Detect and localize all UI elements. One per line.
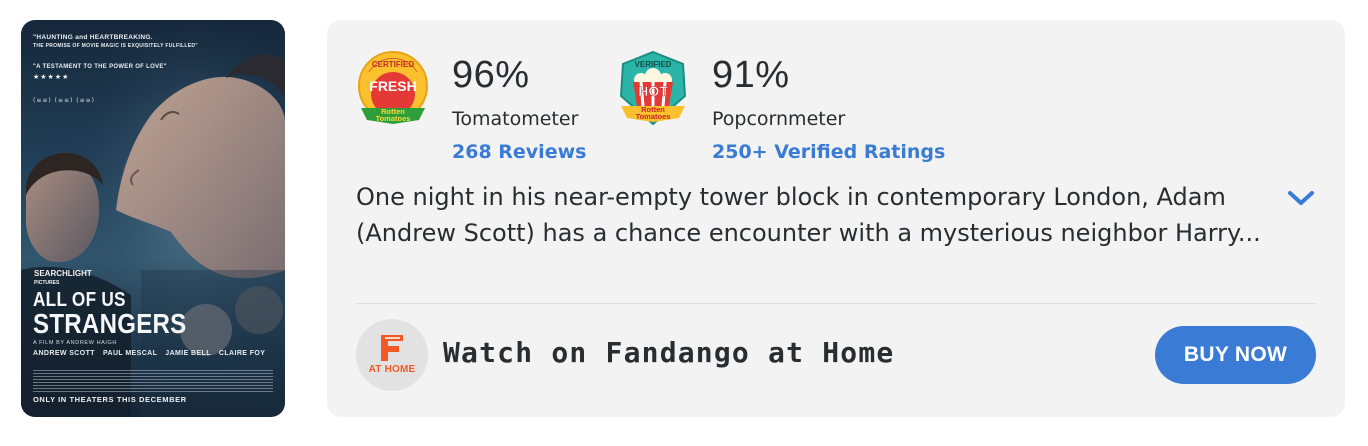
poster-title-line: STRANGERS [33, 308, 187, 339]
poster-studio-logo: SEARCHLIGHT PICTURES [34, 270, 92, 287]
poster-laurels: (≡≡) (≡≡) (≡≡) [33, 97, 96, 104]
poster-quote-line: "HAUNTING and HEARTBREAKING. [33, 34, 153, 41]
poster-byline: A FILM BY ANDREW HAIGH [33, 340, 118, 346]
tomatometer-reviews-link[interactable]: 268 Reviews [452, 141, 586, 163]
verified-hot-icon: VERIFIED HOT Rotten Tomatoes [619, 50, 687, 126]
svg-text:HOT: HOT [638, 83, 668, 99]
tomatometer-label: Tomatometer [452, 108, 579, 130]
poster-cast-name: ANDREW SCOTT [33, 350, 95, 357]
svg-text:Tomatoes: Tomatoes [376, 114, 411, 123]
watch-on-fandango-label: Watch on Fandango at Home [443, 336, 895, 369]
poster-star-rating: ★★★★★ [33, 73, 70, 81]
movie-info-card: CERTIFIED FRESH Rotten Tomatoes 96% Toma… [327, 20, 1345, 417]
movie-poster[interactable]: "HAUNTING and HEARTBREAKING. THE PROMISE… [21, 20, 285, 417]
poster-cast-name: CLAIRE FOY [218, 350, 266, 357]
buy-now-button[interactable]: BUY NOW [1155, 326, 1316, 384]
popcornmeter-label: Popcornmeter [712, 108, 846, 130]
fandango-at-home-logo[interactable]: AT HOME [356, 319, 428, 391]
svg-text:Tomatoes: Tomatoes [636, 112, 671, 121]
popcornmeter-value: 91% [712, 54, 790, 96]
poster-credit-block [33, 370, 273, 392]
chevron-down-icon [1288, 191, 1314, 205]
poster-cast: ANDREW SCOTT PAUL MESCAL JAMIE BELL CLAI… [33, 350, 265, 357]
svg-text:FRESH: FRESH [369, 78, 416, 94]
poster-review-quote: "A TESTAMENT TO THE POWER OF LOVE" [33, 64, 167, 70]
movie-synopsis: One night in his near-empty tower block … [356, 183, 1261, 247]
tomatometer-value: 96% [452, 54, 530, 96]
fandango-f-icon [356, 333, 428, 363]
poster-quote-line: THE PROMISE OF MOVIE MAGIC IS EXQUISITEL… [33, 43, 198, 49]
expand-synopsis-button[interactable] [1285, 184, 1317, 212]
poster-studio-line: PICTURES [34, 280, 60, 286]
poster-tagline: ONLY IN THEATERS THIS DECEMBER [33, 395, 187, 404]
poster-cast-name: JAMIE BELL [165, 350, 211, 357]
fandango-at-home-text: AT HOME [368, 364, 416, 375]
certified-fresh-icon: CERTIFIED FRESH Rotten Tomatoes [358, 51, 428, 124]
poster-studio-line: SEARCHLIGHT [34, 269, 92, 278]
section-divider [356, 303, 1316, 304]
popcornmeter-ratings-link[interactable]: 250+ Verified Ratings [712, 141, 945, 163]
svg-text:CERTIFIED: CERTIFIED [372, 60, 414, 69]
poster-title: ALL OF US STRANGERS [33, 288, 187, 339]
poster-review-quote: "HAUNTING and HEARTBREAKING. THE PROMISE… [33, 34, 203, 50]
poster-cast-name: PAUL MESCAL [102, 350, 158, 357]
svg-text:VERIFIED: VERIFIED [635, 60, 672, 69]
